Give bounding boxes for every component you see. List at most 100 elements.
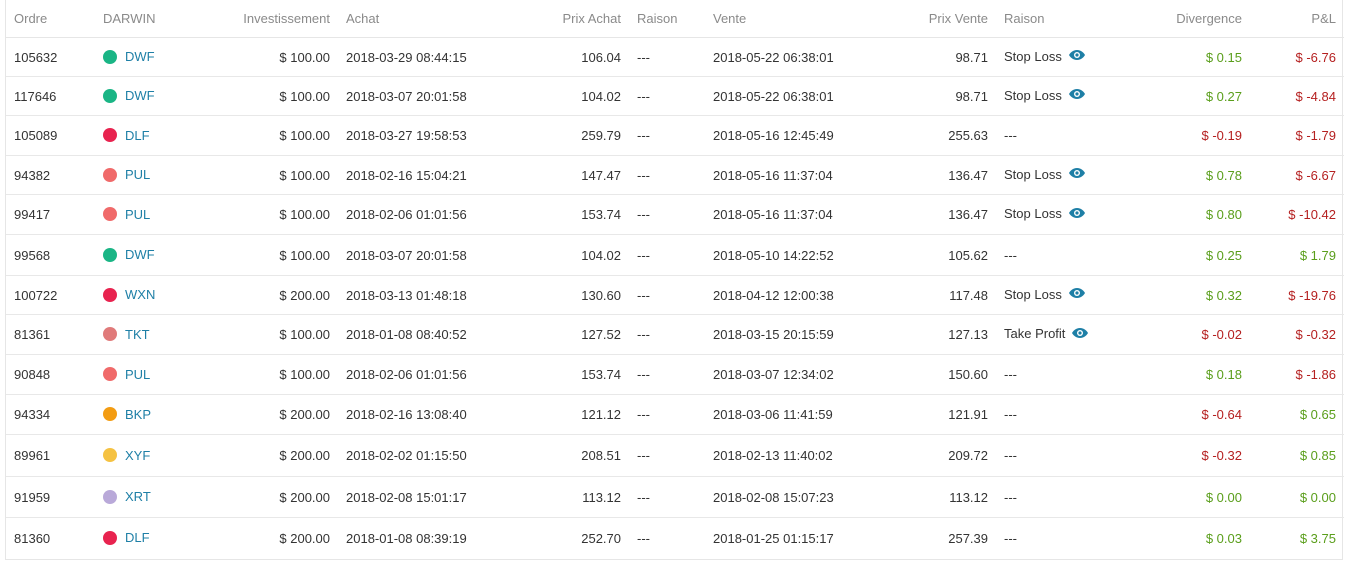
eye-icon[interactable] [1068, 167, 1086, 182]
table-row: 117646 DWF $ 100.00 2018-03-07 20:01:58 … [6, 76, 1344, 116]
raison-vente-label: Stop Loss [1004, 48, 1062, 64]
table-row: 99417 PUL $ 100.00 2018-02-06 01:01:56 1… [6, 194, 1344, 235]
header-darwin[interactable]: DARWIN [95, 0, 218, 38]
eye-icon[interactable] [1068, 88, 1086, 103]
header-pl[interactable]: P&L [1250, 0, 1344, 38]
cell-raison-achat: --- [629, 434, 705, 477]
eye-icon[interactable] [1068, 287, 1086, 302]
darwin-link[interactable]: PUL [125, 367, 150, 382]
header-raison-achat[interactable]: Raison [629, 0, 705, 38]
cell-pl: $ 3.75 [1299, 530, 1336, 546]
darwin-link[interactable]: DLF [125, 128, 150, 143]
darwin-link[interactable]: DWF [125, 247, 155, 262]
cell-achat: 2018-02-08 15:01:17 [338, 476, 536, 518]
table-row: 94382 PUL $ 100.00 2018-02-16 15:04:21 1… [6, 155, 1344, 195]
raison-vente-label: --- [1004, 530, 1017, 546]
cell-ordre: 90848 [6, 354, 95, 395]
cell-raison-vente: --- [996, 354, 1157, 395]
cell-vente: 2018-03-06 11:41:59 [705, 394, 906, 435]
darwin-color-dot [103, 128, 117, 143]
header-divergence[interactable]: Divergence [1157, 0, 1250, 38]
darwin-link[interactable]: PUL [125, 167, 150, 182]
cell-vente: 2018-05-10 14:22:52 [705, 234, 906, 276]
raison-vente-label: --- [1004, 448, 1017, 463]
header-achat[interactable]: Achat [338, 0, 536, 38]
cell-investissement: $ 200.00 [218, 275, 338, 315]
cell-darwin: XYF [95, 434, 218, 477]
cell-prix-achat: 259.79 [536, 115, 629, 156]
table-body: 105632 DWF $ 100.00 2018-03-29 08:44:15 … [6, 37, 1344, 559]
cell-pl: $ -1.86 [1250, 354, 1344, 395]
cell-divergence: $ 0.03 [1205, 530, 1242, 546]
cell-investissement: $ 200.00 [279, 530, 330, 546]
darwin-link[interactable]: BKP [125, 407, 151, 422]
table-row: 91959 XRT $ 200.00 2018-02-08 15:01:17 1… [6, 476, 1344, 518]
eye-icon[interactable] [1068, 207, 1086, 222]
darwin-color-dot [103, 247, 117, 262]
cell-vente: 2018-05-16 11:37:04 [705, 194, 906, 235]
cell-achat: 2018-03-07 20:01:58 [338, 234, 536, 276]
darwin-link[interactable]: WXN [125, 287, 155, 302]
raison-vente-label: --- [1004, 128, 1017, 143]
raison-vente-label: --- [1004, 407, 1017, 422]
table-row: 89961 XYF $ 200.00 2018-02-02 01:15:50 2… [6, 434, 1344, 477]
header-prix-vente[interactable]: Prix Vente [906, 0, 996, 38]
cell-raison-achat: --- [629, 194, 705, 235]
cell-divergence: $ 0.25 [1157, 234, 1250, 276]
cell-pl: $ 0.65 [1250, 394, 1344, 435]
cell-divergence: $ 0.00 [1157, 476, 1250, 518]
cell-raison-vente: --- [996, 476, 1157, 518]
cell-raison-vente: Stop Loss [996, 275, 1157, 315]
cell-raison-achat: --- [629, 314, 705, 355]
darwin-link[interactable]: XRT [125, 489, 151, 504]
cell-darwin: TKT [95, 314, 218, 355]
header-prix-achat[interactable]: Prix Achat [536, 0, 629, 38]
header-vente[interactable]: Vente [705, 0, 906, 38]
cell-prix-vente: 209.72 [906, 434, 996, 477]
cell-investissement: $ 100.00 [218, 115, 338, 156]
raison-vente-label: --- [1004, 367, 1017, 382]
darwin-link[interactable]: XYF [125, 448, 150, 463]
cell-divergence: $ 0.18 [1157, 354, 1250, 395]
darwin-link[interactable]: TKT [125, 327, 150, 342]
cell-prix-achat: 121.12 [536, 394, 629, 435]
darwin-color-dot [103, 167, 117, 182]
cell-investissement: $ 100.00 [218, 76, 338, 116]
cell-vente: 2018-04-12 12:00:38 [705, 275, 906, 315]
cell-vente: 2018-05-22 06:38:01 [705, 37, 906, 77]
darwin-link[interactable]: DWF [125, 49, 155, 64]
cell-vente: 2018-02-08 15:07:23 [705, 476, 906, 518]
darwin-link[interactable]: DLF [125, 530, 150, 545]
cell-pl: $ -6.67 [1250, 155, 1344, 195]
header-investissement[interactable]: Investissement [218, 0, 338, 38]
cell-prix-achat: 113.12 [536, 476, 629, 518]
cell-investissement: $ 100.00 [218, 155, 338, 195]
table-header: Ordre DARWIN Investissement Achat Prix A… [6, 0, 1344, 38]
cell-pl: $ 1.79 [1250, 234, 1344, 276]
cell-darwin: DWF [95, 37, 218, 77]
cell-raison-achat: --- [629, 155, 705, 195]
cell-pl: $ -1.79 [1250, 115, 1344, 156]
header-raison-vente[interactable]: Raison [996, 0, 1157, 38]
cell-raison-achat: --- [637, 530, 650, 546]
eye-icon[interactable] [1068, 49, 1086, 64]
cell-raison-achat: --- [629, 234, 705, 276]
cell-vente: 2018-03-07 12:34:02 [705, 354, 906, 395]
header-row: Ordre DARWIN Investissement Achat Prix A… [6, 0, 1344, 38]
darwin-color-dot [103, 49, 117, 64]
cell-ordre: 89961 [6, 434, 95, 477]
cell-prix-vente: 127.13 [906, 314, 996, 355]
cell-darwin: PUL [95, 354, 218, 395]
cell-raison-vente: --- [996, 234, 1157, 276]
darwin-link[interactable]: PUL [125, 207, 150, 222]
cell-investissement: $ 100.00 [218, 314, 338, 355]
raison-vente-label: Stop Loss [1004, 206, 1062, 222]
darwin-color-dot [103, 327, 117, 342]
cell-ordre: 94382 [6, 155, 95, 195]
cell-ordre: 117646 [6, 76, 95, 116]
eye-icon[interactable] [1071, 327, 1089, 342]
cell-darwin: XRT [95, 476, 218, 518]
header-ordre[interactable]: Ordre [6, 0, 95, 38]
cell-vente: 2018-03-15 20:15:59 [705, 314, 906, 355]
darwin-link[interactable]: DWF [125, 88, 155, 103]
